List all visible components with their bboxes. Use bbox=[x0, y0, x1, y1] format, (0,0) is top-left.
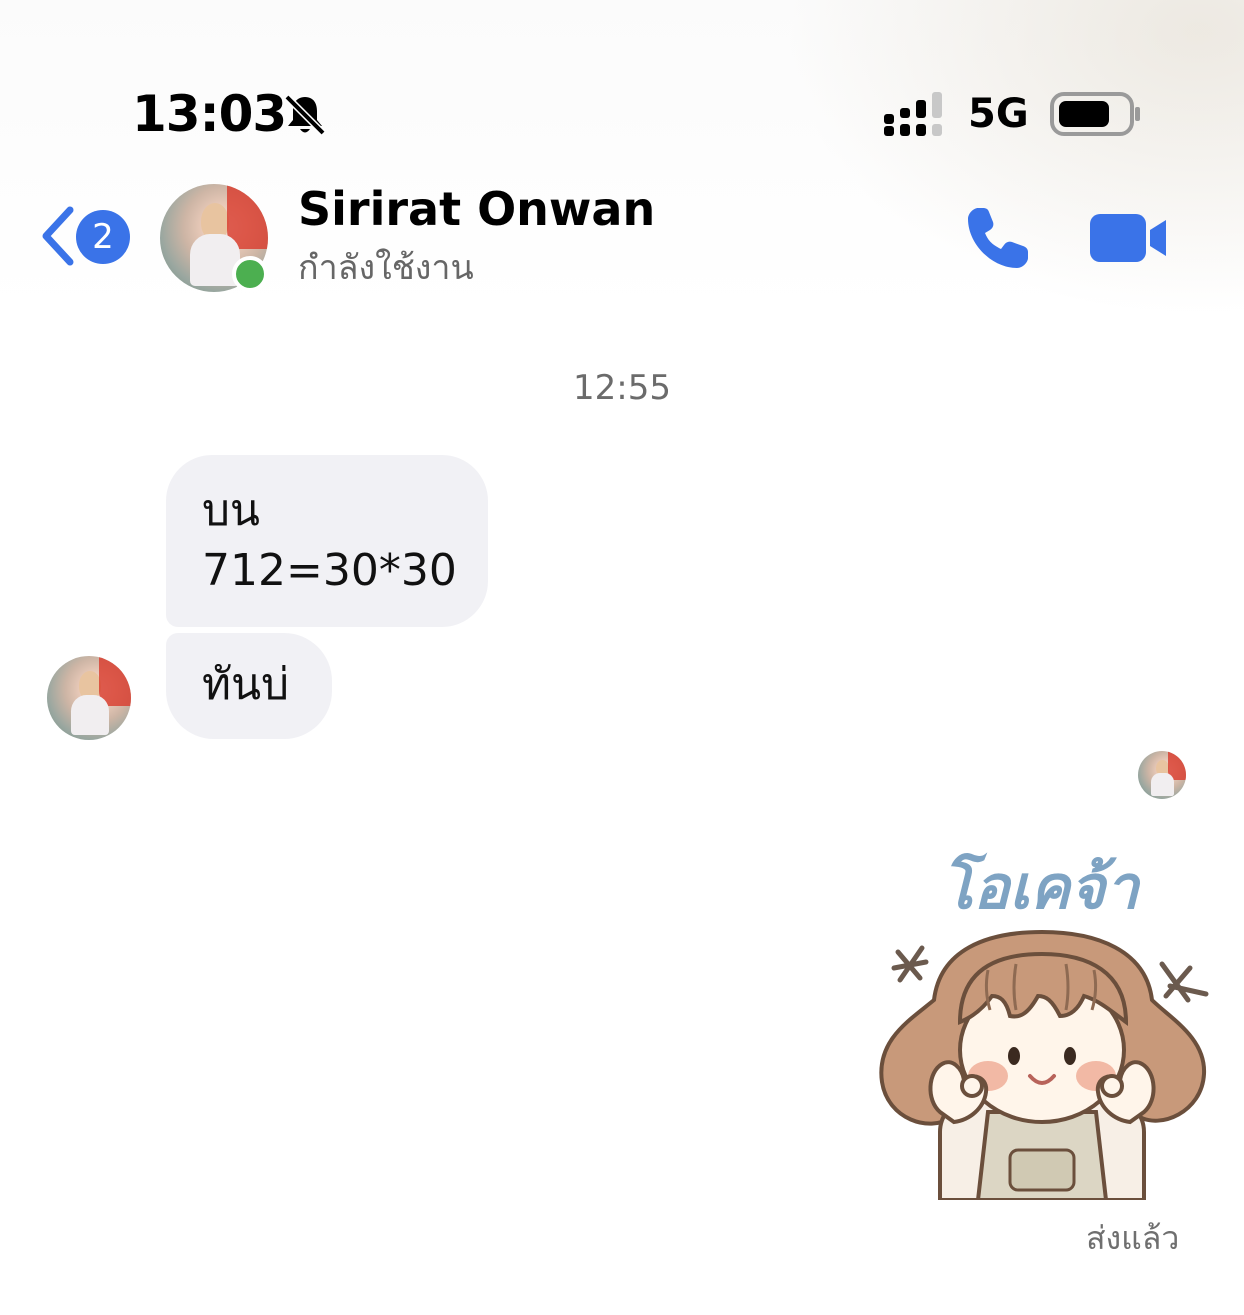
status-time: 13:03 bbox=[132, 85, 287, 143]
battery-icon bbox=[1050, 92, 1140, 136]
delivery-status: ส่งแล้ว bbox=[1086, 1219, 1180, 1257]
incoming-message-bubble[interactable]: ทันบ่ bbox=[166, 633, 332, 739]
incoming-message-bubble[interactable]: บน 712=30*30 bbox=[166, 455, 488, 627]
network-type: 5G bbox=[968, 91, 1029, 137]
message-timestamp: 12:55 bbox=[573, 368, 671, 408]
message-text-line: 712=30*30 bbox=[202, 545, 457, 596]
contact-name[interactable]: Sirirat Onwan bbox=[298, 180, 655, 238]
presence-status: กำลังใช้งาน bbox=[298, 248, 474, 288]
phone-icon[interactable] bbox=[964, 204, 1032, 272]
back-chevron-icon[interactable] bbox=[38, 206, 78, 266]
seen-receipt-avatar bbox=[1138, 751, 1186, 799]
signal-icon bbox=[884, 92, 942, 136]
unread-badge[interactable]: 2 bbox=[76, 210, 130, 264]
sticker-caption: โอเคจ้า bbox=[941, 853, 1139, 923]
sender-avatar[interactable] bbox=[47, 656, 131, 740]
bell-slash-icon bbox=[284, 94, 326, 136]
video-camera-icon[interactable] bbox=[1088, 210, 1170, 266]
online-indicator bbox=[232, 256, 268, 292]
message-text-line: ทันบ่ bbox=[202, 659, 290, 710]
message-text-line: บน bbox=[202, 485, 261, 536]
